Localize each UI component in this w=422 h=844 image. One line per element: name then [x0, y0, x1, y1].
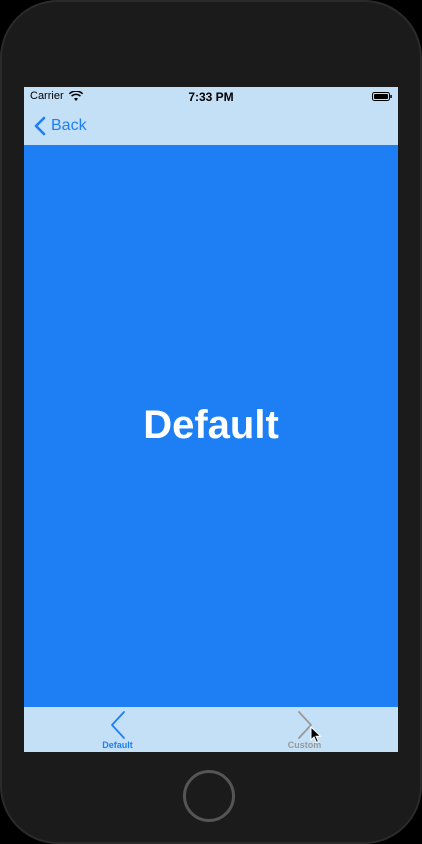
device-frame: Carrier 7:33 PM Back Default Default Cus…: [0, 0, 422, 844]
back-button[interactable]: Back: [34, 114, 87, 138]
main-content: Default: [24, 145, 398, 707]
status-time: 7:33 PM: [188, 90, 234, 104]
navigation-bar: Back: [24, 107, 398, 145]
tab-bar: Default Custom: [24, 707, 398, 752]
chevron-left-icon: [110, 711, 125, 739]
chevron-left-icon: [34, 116, 46, 136]
home-button[interactable]: [183, 770, 235, 822]
tab-custom[interactable]: Custom: [211, 707, 398, 752]
status-bar: Carrier 7:33 PM: [24, 87, 398, 107]
page-title: Default: [143, 403, 279, 447]
battery-icon: [372, 92, 392, 101]
tab-custom-label: Custom: [287, 740, 322, 750]
tab-default-label: Default: [102, 740, 133, 750]
back-label: Back: [51, 117, 87, 134]
tab-default[interactable]: Default: [24, 707, 211, 752]
screen: Carrier 7:33 PM Back Default Default Cus…: [24, 87, 398, 752]
mouse-cursor-icon: [310, 726, 322, 744]
